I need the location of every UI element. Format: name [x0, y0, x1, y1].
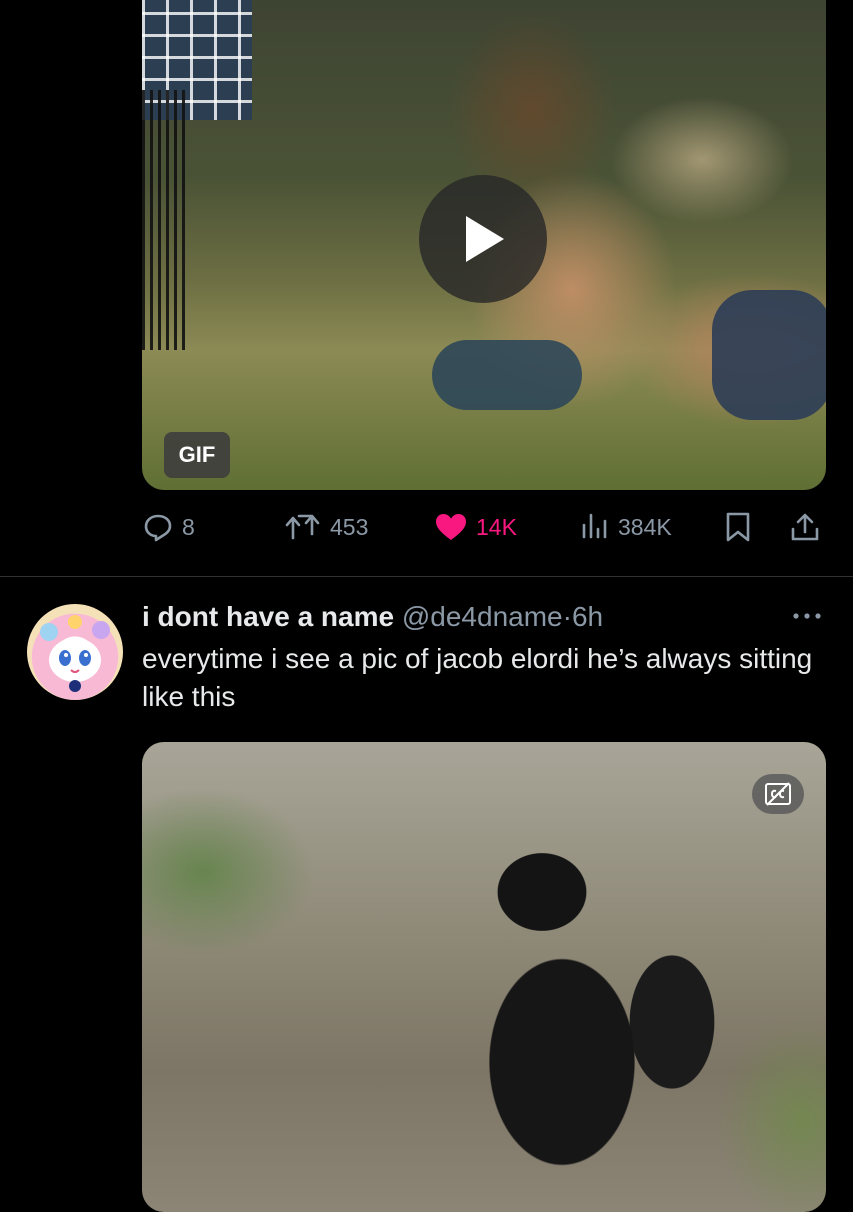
views-icon [582, 513, 607, 539]
reply-icon [144, 514, 172, 542]
bookmark-button[interactable] [724, 507, 752, 547]
media-background-gate [142, 90, 190, 350]
like-count: 14K [476, 513, 517, 540]
repost-icon [285, 514, 320, 540]
tweet-text: everytime i see a pic of jacob elordi he… [142, 643, 813, 712]
closed-captions-button[interactable] [752, 774, 804, 814]
avatar[interactable] [27, 604, 123, 700]
share-button[interactable] [790, 507, 820, 547]
tweet1-gif-media[interactable]: GIF [142, 0, 826, 490]
bookmark-icon [726, 512, 750, 542]
tweet2-video-media[interactable] [142, 742, 826, 1212]
media-figure-shorts [432, 340, 582, 410]
repost-button[interactable]: 453 [284, 507, 368, 547]
like-button[interactable]: 14K [434, 507, 517, 547]
media-figure-shorts-2 [712, 290, 826, 420]
separator-dot: · [562, 601, 572, 632]
timestamp[interactable]: 6h [572, 601, 603, 632]
tweet2-header: i dont have a name @de4dname·6h [142, 598, 832, 636]
reply-button[interactable]: 8 [142, 507, 195, 547]
views-count: 384K [618, 513, 672, 540]
tweet1-action-bar: 8 453 14K 384K [142, 507, 826, 547]
repost-count: 453 [330, 513, 369, 540]
avatar-character-illustration [40, 615, 110, 692]
more-options-button[interactable] [790, 604, 824, 633]
play-icon [466, 216, 504, 262]
reply-count: 8 [182, 513, 195, 540]
closed-captions-icon [765, 782, 791, 806]
views-button[interactable]: 384K [580, 507, 672, 547]
display-name[interactable]: i dont have a name [142, 601, 394, 632]
like-icon [436, 514, 466, 540]
share-icon [791, 513, 819, 541]
tweet-divider [0, 576, 853, 577]
handle[interactable]: @de4dname [402, 601, 563, 632]
tweet2[interactable]: i dont have a name @de4dname·6h everytim… [142, 598, 832, 716]
gif-badge: GIF [164, 432, 230, 478]
more-icon [793, 613, 821, 619]
play-button[interactable] [419, 175, 547, 303]
